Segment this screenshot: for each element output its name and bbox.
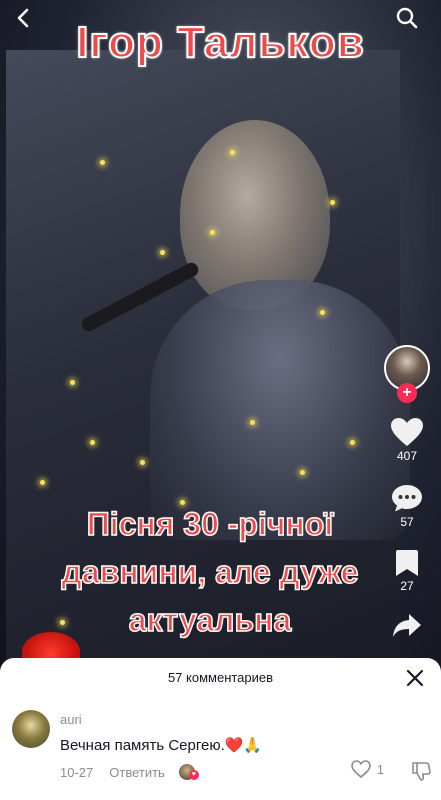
- search-icon: [396, 7, 418, 29]
- creator-avatar[interactable]: +: [384, 345, 430, 403]
- spark: [330, 200, 335, 205]
- avatar[interactable]: [12, 710, 50, 748]
- creator-liked-avatar: ♥: [178, 764, 199, 780]
- save-button[interactable]: 27: [395, 549, 419, 593]
- close-button[interactable]: [405, 668, 425, 688]
- reply-button[interactable]: Ответить: [109, 765, 165, 780]
- spark: [210, 230, 215, 235]
- comment-item: auri Вечная память Сергею.❤️🙏 10-27 Отве…: [12, 708, 432, 794]
- close-icon: [406, 669, 424, 687]
- caption-line: давнини, але дуже: [61, 553, 359, 591]
- heart-icon: ♥: [188, 770, 199, 780]
- caption-line: Пісня 30 -річної: [86, 505, 334, 543]
- heart-outline-icon: [350, 760, 371, 778]
- video-player[interactable]: Ігор Тальков Пісня 30 -річної давнини, а…: [0, 0, 441, 670]
- thumbs-down-icon: [412, 762, 431, 781]
- spark: [160, 250, 165, 255]
- save-count: 27: [400, 579, 414, 593]
- video-title-overlay: Ігор Тальков: [75, 17, 365, 68]
- comment-username[interactable]: auri: [60, 712, 82, 727]
- spark: [230, 150, 235, 155]
- spark: [250, 420, 255, 425]
- like-button[interactable]: 407: [390, 417, 424, 463]
- comment-date: 10-27: [60, 764, 94, 780]
- heart-icon: [391, 418, 423, 446]
- comment-meta: 10-27 Ответить ♥: [60, 764, 199, 780]
- comment-button[interactable]: 57: [391, 483, 423, 529]
- comment-like-count: 1: [376, 761, 384, 777]
- spark: [350, 440, 355, 445]
- follow-button[interactable]: +: [397, 383, 417, 403]
- comment-text: Вечная память Сергею.❤️🙏: [60, 737, 263, 754]
- share-arrow-icon: [393, 614, 421, 637]
- spark: [40, 480, 45, 485]
- chevron-left-icon: [17, 8, 29, 28]
- back-button[interactable]: [6, 0, 42, 36]
- like-count: 407: [396, 449, 418, 463]
- comment-bubble-icon: [392, 485, 422, 512]
- spark: [300, 470, 305, 475]
- spark: [320, 310, 325, 315]
- spark: [100, 160, 105, 165]
- comments-sheet: 57 комментариев auri Вечная память Серге…: [0, 658, 441, 800]
- dislike-button[interactable]: [410, 760, 432, 782]
- spark: [70, 380, 75, 385]
- comment-like-button[interactable]: 1: [350, 760, 384, 778]
- comments-header: 57 комментариев: [167, 670, 274, 685]
- action-rail: + 407 57 27: [379, 345, 435, 659]
- bookmark-icon: [396, 550, 418, 576]
- share-button[interactable]: [392, 613, 422, 639]
- video-caption-overlay: Пісня 30 -річної давнини, але дуже актуа…: [0, 500, 420, 644]
- spark: [140, 460, 145, 465]
- search-button[interactable]: [389, 0, 425, 36]
- comment-count: 57: [400, 515, 414, 529]
- spark: [90, 440, 95, 445]
